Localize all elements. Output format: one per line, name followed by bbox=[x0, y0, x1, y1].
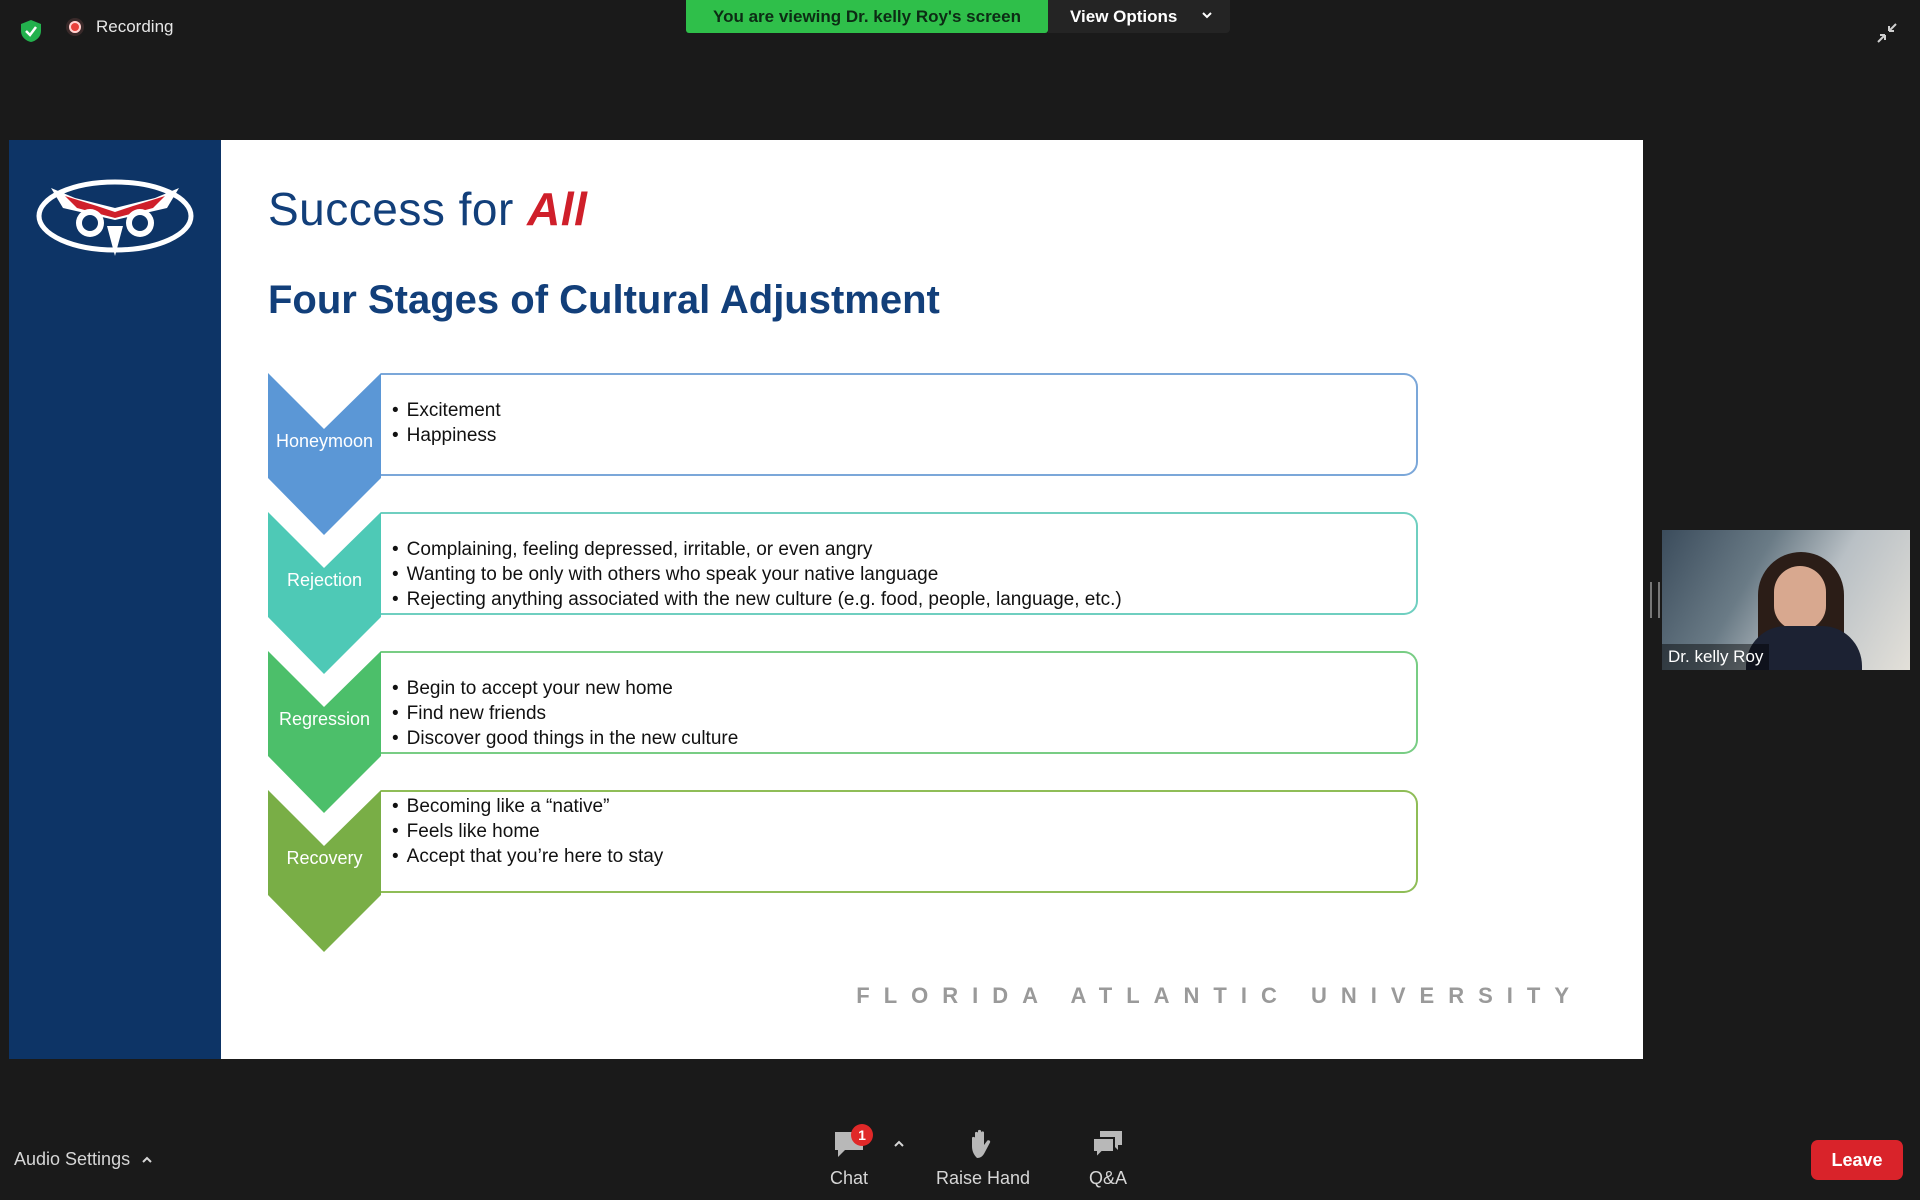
participant-video-tile[interactable]: Dr. kelly Roy bbox=[1662, 530, 1910, 670]
bullet-item: Excitement bbox=[392, 398, 501, 423]
qa-bubbles-icon bbox=[1092, 1131, 1122, 1161]
bullet-item: Accept that you’re here to stay bbox=[392, 844, 664, 869]
stage-label: Honeymoon bbox=[275, 431, 374, 451]
bullet-item: Find new friends bbox=[392, 701, 738, 726]
bullet-item: Becoming like a “native” bbox=[392, 794, 663, 819]
recording-indicator[interactable]: Recording bbox=[66, 17, 174, 37]
view-options-label: View Options bbox=[1070, 6, 1178, 26]
stage-recovery: Recovery Becoming like a “native” Feels … bbox=[268, 790, 1420, 952]
chevron-down-icon bbox=[1202, 12, 1212, 19]
bullet-list: Becoming like a “native” Feels like home… bbox=[392, 794, 664, 869]
heading-prefix: Success for bbox=[268, 183, 528, 235]
bullet-list: Begin to accept your new home Find new f… bbox=[392, 676, 739, 751]
raise-hand-label: Raise Hand bbox=[935, 1168, 1031, 1188]
owl-logo-icon bbox=[36, 179, 194, 256]
chevron-up-icon bbox=[142, 1156, 152, 1163]
shared-screen-slide: Success for All Four Stages of Cultural … bbox=[9, 140, 1643, 1059]
university-footer: FLORIDA ATLANTIC UNIVERSITY bbox=[856, 983, 1583, 1008]
raised-hand-icon bbox=[972, 1129, 991, 1158]
bullet-list: Excitement Happiness bbox=[392, 398, 501, 448]
bullet-item: Begin to accept your new home bbox=[392, 676, 738, 701]
viewing-banner-text: You are viewing Dr. kelly Roy's screen bbox=[713, 6, 1021, 26]
heading-emphasis: All bbox=[527, 183, 588, 235]
audio-settings-button[interactable]: Audio Settings bbox=[14, 1149, 154, 1170]
qa-label: Q&A bbox=[1088, 1168, 1127, 1188]
resize-handle[interactable] bbox=[1650, 582, 1660, 618]
leave-button[interactable]: Leave bbox=[1811, 1140, 1903, 1180]
stage-honeymoon: Honeymoon Excitement Happiness bbox=[268, 373, 1420, 535]
bullet-item: Rejecting anything associated with the n… bbox=[392, 587, 1122, 612]
view-options-button[interactable]: View Options bbox=[1048, 0, 1230, 33]
participant-name: Dr. kelly Roy bbox=[1662, 644, 1770, 670]
chat-unread-badge: 1 bbox=[851, 1124, 873, 1146]
chevron-shape bbox=[268, 651, 381, 813]
bullet-item: Wanting to be only with others who speak… bbox=[392, 562, 1122, 587]
bullet-list: Complaining, feeling depressed, irritabl… bbox=[392, 537, 1122, 612]
stage-label: Regression bbox=[278, 709, 371, 729]
chevron-shape bbox=[268, 790, 381, 952]
chat-label: Chat bbox=[829, 1168, 869, 1188]
viewing-screen-banner: You are viewing Dr. kelly Roy's screen bbox=[686, 0, 1048, 33]
stage-regression: Regression Begin to accept your new home… bbox=[268, 651, 1420, 813]
stage-label: Recovery bbox=[286, 848, 363, 868]
stage-label: Rejection bbox=[286, 570, 363, 590]
slide-sidebar bbox=[9, 140, 221, 1059]
stage-rejection: Rejection Complaining, feeling depressed… bbox=[268, 512, 1420, 674]
security-shield-icon[interactable] bbox=[18, 18, 44, 44]
chevron-shape bbox=[268, 512, 381, 674]
recording-dot-icon bbox=[66, 18, 84, 36]
audio-settings-label: Audio Settings bbox=[14, 1149, 131, 1169]
raise-hand-button[interactable]: Raise Hand bbox=[933, 1128, 1033, 1189]
chat-button[interactable]: 1 Chat bbox=[799, 1124, 899, 1189]
bullet-item: Happiness bbox=[392, 423, 501, 448]
bullet-item: Discover good things in the new culture bbox=[392, 726, 739, 751]
exit-fullscreen-icon[interactable] bbox=[1874, 20, 1900, 46]
bullet-item: Feels like home bbox=[392, 819, 663, 844]
slide-title: Four Stages of Cultural Adjustment bbox=[268, 278, 940, 322]
chevron-shape bbox=[268, 373, 381, 535]
chat-options-caret-icon[interactable] bbox=[892, 1137, 906, 1151]
leave-label: Leave bbox=[1831, 1149, 1883, 1170]
success-for-all-heading: Success for All bbox=[268, 182, 587, 236]
stage-box bbox=[381, 373, 1418, 476]
qa-button[interactable]: Q&A bbox=[1058, 1128, 1158, 1189]
video-figure-face bbox=[1774, 566, 1826, 630]
recording-label: Recording bbox=[96, 17, 174, 36]
bullet-item: Complaining, feeling depressed, irritabl… bbox=[392, 537, 1122, 562]
